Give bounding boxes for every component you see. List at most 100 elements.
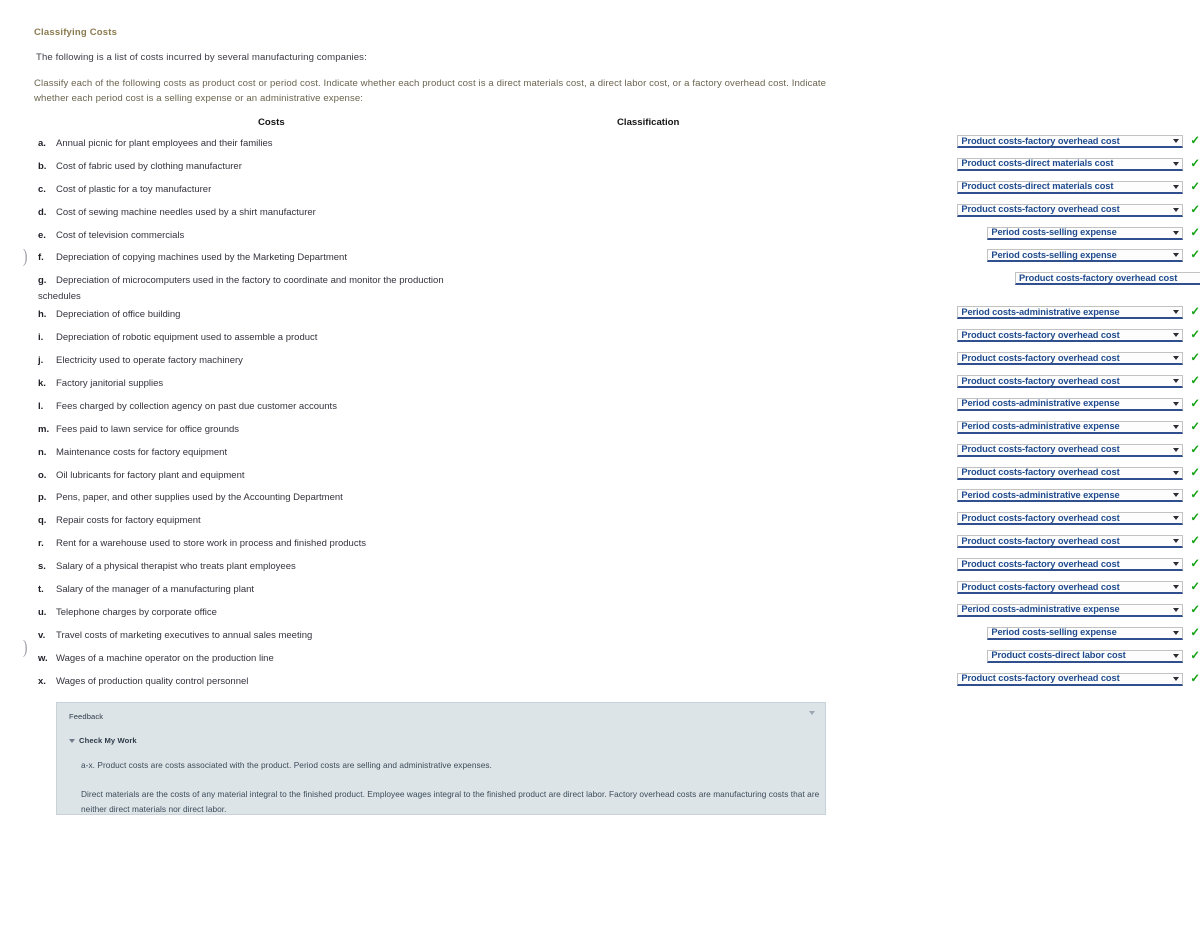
classification-select-value: Period costs-administrative expense [961,398,1120,409]
column-header-costs: Costs [258,117,285,128]
table-row: e. Cost of television commercials Period c… [0,225,1200,248]
cost-item-label: Depreciation of microcomputers used in t… [56,275,444,287]
chevron-down-icon[interactable] [1173,653,1180,658]
chevron-down-icon[interactable] [1173,184,1180,189]
cost-item-cell: t. Salary of the manager of a manufacturi… [0,579,428,598]
classification-select[interactable]: Product costs-direct materials cost [957,157,1184,171]
cost-item-cell: c. Cost of plastic for a toy manufacturer [0,179,428,198]
correct-check-icon: ✓ [1190,306,1200,319]
classification-select[interactable]: Product costs-direct materials cost [957,180,1184,194]
intro-line-1: The following is a list of costs incurre… [36,52,367,63]
cost-item-cell: i. Depreciation of robotic equipment used… [0,327,428,346]
chevron-down-icon[interactable] [809,711,815,715]
classification-select[interactable]: Product costs-factory overhead cost [957,672,1184,686]
classification-select-value: Period costs-administrative expense [961,306,1120,317]
cost-item-letter: f. [38,252,44,264]
cost-item-letter: e. [38,229,46,241]
chevron-down-icon[interactable] [1173,630,1180,635]
classification-cell: Period costs-administrative expense ✓ [428,487,1200,503]
classification-select[interactable]: Period costs-administrative expense [957,420,1184,434]
classification-select[interactable]: Product costs-factory overhead cost [957,558,1184,572]
classification-select[interactable]: Period costs-administrative expense [957,306,1184,320]
classification-select-value: Product costs-factory overhead cost [961,329,1120,340]
cost-item-letter: c. [38,183,46,195]
correct-check-icon: ✓ [1190,558,1200,571]
classification-select-value: Period costs-selling expense [991,627,1117,638]
table-row: b. Cost of fabric used by clothing manufa… [0,156,1200,179]
classification-select[interactable]: Product costs-direct labor cost [987,649,1184,663]
chevron-down-icon[interactable] [1173,207,1180,212]
classification-select[interactable]: Period costs-administrative expense [957,603,1184,617]
chevron-down-icon[interactable] [1173,539,1180,544]
cost-item-label: Cost of sewing machine needles used by a… [56,206,316,218]
classification-select-value: Product costs-direct labor cost [991,650,1126,661]
classification-select[interactable]: Product costs-factory overhead cost [957,135,1184,148]
chevron-down-icon[interactable] [1173,585,1180,590]
table-row: j. Electricity used to operate factory ma… [0,350,1200,373]
table-row: c. Cost of plastic for a toy manufacturer… [0,179,1200,202]
cost-item-letter: u. [38,606,47,618]
chevron-down-icon[interactable] [1173,310,1180,315]
classification-select[interactable]: Product costs-factory overhead cost [957,352,1184,366]
classification-cell: Product costs-factory overhead cost ✓ [428,671,1200,686]
classification-select-value: Product costs-factory overhead cost [961,673,1120,684]
cost-item-cell: f. Depreciation of copying machines used … [0,247,387,266]
classification-select[interactable]: Product costs-factory overhead cost [957,512,1184,526]
classification-select-value: Product costs-factory overhead cost [1019,272,1178,283]
cost-rows-list: a. Annual picnic for plant employees and … [0,133,1200,693]
chevron-down-icon[interactable] [1173,562,1180,567]
chevron-down-icon[interactable] [1173,493,1180,498]
correct-check-icon: ✓ [1190,489,1200,502]
cost-item-label: Cost of fabric used by clothing manufact… [56,160,242,172]
chevron-down-icon[interactable] [1173,607,1180,612]
chevron-down-icon[interactable] [1173,161,1180,166]
chevron-down-icon[interactable] [1173,676,1180,681]
classification-select[interactable]: Product costs-factory overhead cost [957,535,1184,549]
classification-select[interactable]: Product costs-factory overhead cost [957,581,1184,595]
cost-item-letter: m. [38,423,50,435]
table-row: q. Repair costs for factory equipment Prod… [0,510,1200,533]
classification-select[interactable]: Product costs-factory overhead cost [1015,272,1200,286]
classification-cell: Period costs-selling expense ✓ [387,247,1200,263]
chevron-down-icon[interactable] [1173,230,1180,235]
chevron-down-icon[interactable] [1173,379,1180,384]
classification-select[interactable]: Product costs-factory overhead cost [957,443,1184,457]
classification-select[interactable]: Period costs-selling expense [987,226,1184,240]
table-row: f. Depreciation of copying machines used … [0,247,1200,270]
cost-item-letter: h. [38,309,47,321]
chevron-down-icon[interactable] [1173,424,1180,429]
classification-cell: Product costs-factory overhead cost ✓ [428,202,1200,217]
classification-cell: Product costs-factory overhead cost ✓ [428,350,1200,366]
cost-item-letter: r. [38,538,44,550]
table-row: d. Cost of sewing machine needles used by… [0,202,1200,225]
chevron-down-icon[interactable] [1173,447,1180,452]
cost-item-cell: a. Annual picnic for plant employees and … [0,133,428,152]
classification-select[interactable]: Product costs-factory overhead cost [957,466,1184,480]
classification-select[interactable]: Product costs-factory overhead cost [957,375,1184,389]
classification-cell: Period costs-selling expense ✓ [387,225,1200,240]
chevron-down-icon[interactable] [1173,333,1180,338]
classification-select[interactable]: Product costs-factory overhead cost [957,203,1184,217]
chevron-down-icon[interactable] [1173,401,1180,406]
correct-check-icon: ✓ [1190,226,1200,239]
correct-check-icon: ✓ [1190,375,1200,388]
chevron-down-icon[interactable] [1173,253,1180,258]
chevron-down-icon[interactable] [1173,470,1180,475]
classification-cell: Product costs-factory overhead cost ✓ [428,133,1200,148]
classification-select[interactable]: Period costs-administrative expense [957,397,1184,411]
classification-select[interactable]: Product costs-factory overhead cost [957,329,1184,343]
cost-item-cell: d. Cost of sewing machine needles used by… [0,202,428,221]
chevron-down-icon[interactable] [1173,356,1180,361]
classification-select[interactable]: Period costs-selling expense [987,249,1184,263]
feedback-paragraph-2: Direct materials are the costs of any ma… [81,788,820,815]
correct-check-icon: ✓ [1190,249,1200,262]
cost-item-cell: l. Fees charged by collection agency on p… [0,396,428,415]
table-row: a. Annual picnic for plant employees and … [0,133,1200,156]
classification-select-value: Product costs-factory overhead cost [961,204,1120,215]
classification-select[interactable]: Period costs-selling expense [987,626,1184,640]
chevron-down-icon[interactable] [1173,139,1180,143]
classification-select[interactable]: Period costs-administrative expense [957,489,1184,503]
chevron-down-icon[interactable] [1173,516,1180,521]
check-my-work-toggle[interactable]: Check My Work [69,736,811,745]
classification-select-value: Product costs-factory overhead cost [961,512,1120,523]
